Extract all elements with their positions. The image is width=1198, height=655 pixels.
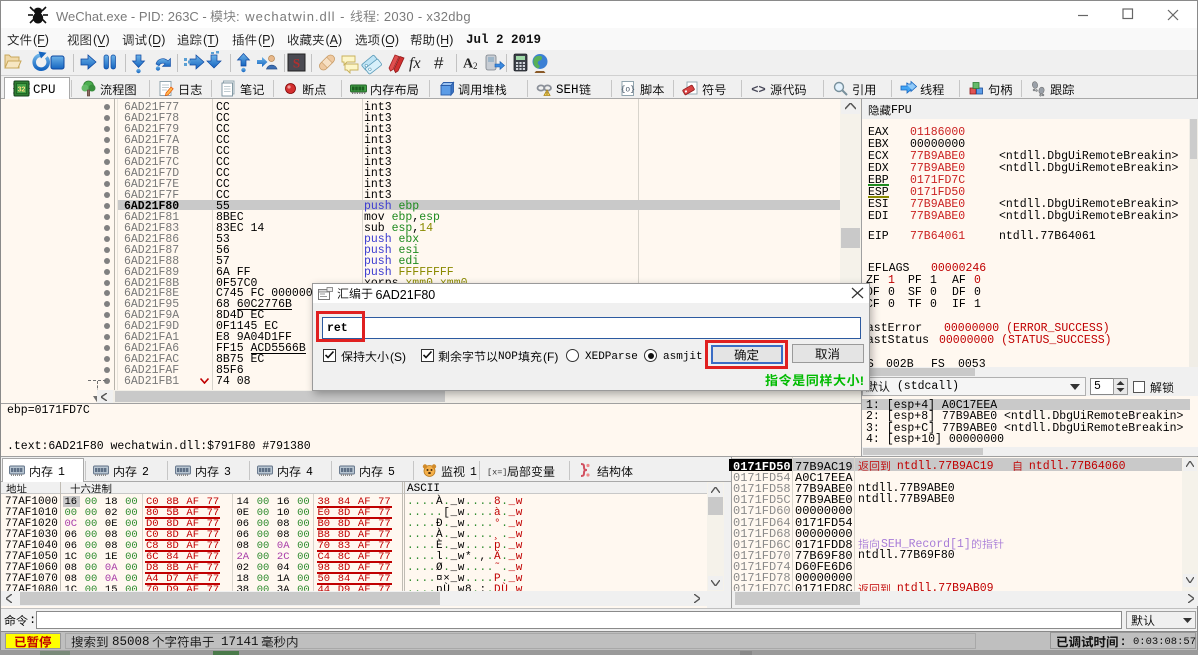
svg-text:{o}: {o} bbox=[621, 86, 635, 95]
svg-text:32: 32 bbox=[18, 87, 26, 94]
svg-text:[x=]: [x=] bbox=[487, 468, 507, 478]
svg-text:fx: fx bbox=[409, 55, 421, 72]
svg-text:S: S bbox=[293, 56, 300, 71]
svg-text:<>: <> bbox=[751, 83, 765, 97]
svg-text:#: # bbox=[434, 54, 444, 73]
svg-text:2: 2 bbox=[473, 61, 478, 71]
